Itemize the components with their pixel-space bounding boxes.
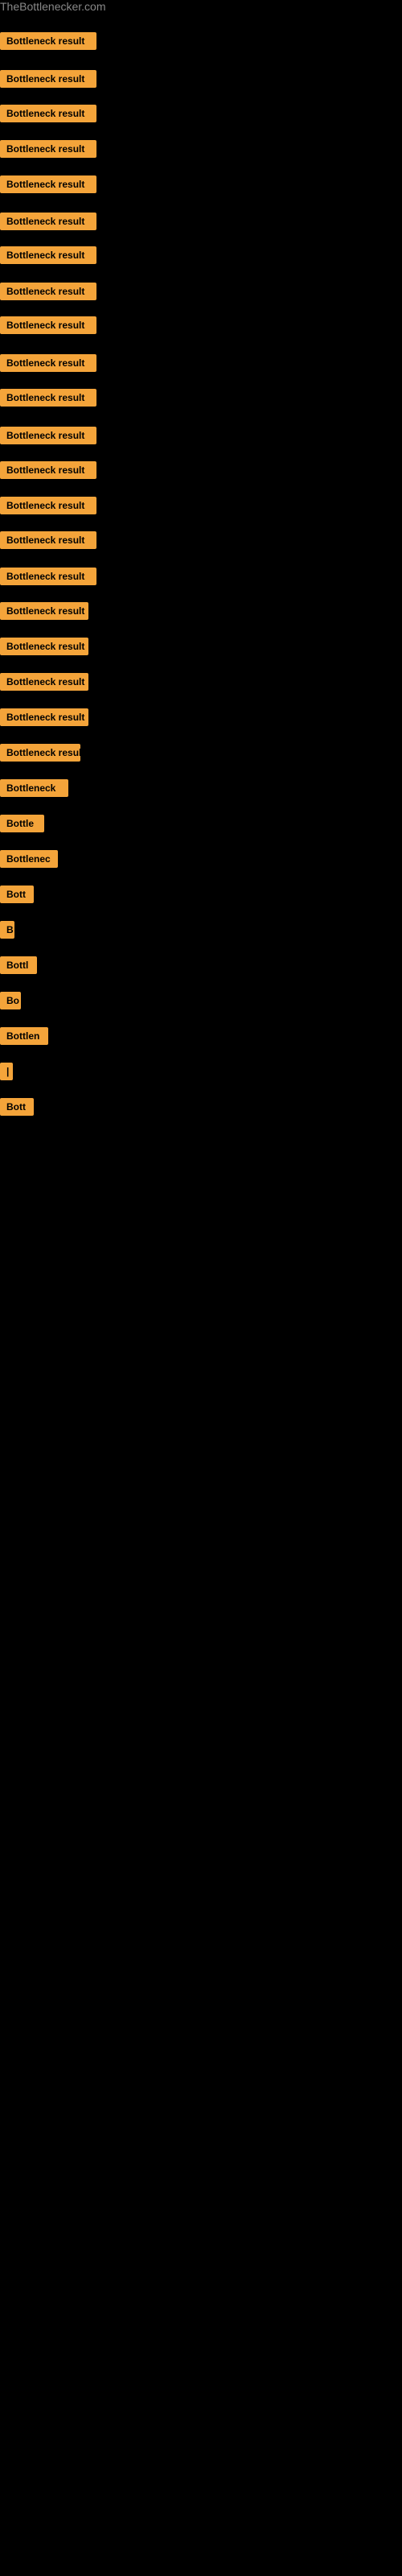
bottleneck-badge-container-17: Bottleneck result bbox=[0, 602, 88, 624]
bottleneck-badge-container-15: Bottleneck result bbox=[0, 531, 96, 553]
bottleneck-result-badge[interactable]: Bottleneck result bbox=[0, 568, 96, 585]
bottleneck-badge-container-16: Bottleneck result bbox=[0, 568, 96, 589]
bottleneck-result-badge[interactable]: Bottleneck result bbox=[0, 213, 96, 230]
bottleneck-badge-container-13: Bottleneck result bbox=[0, 461, 96, 483]
bottleneck-badge-container-2: Bottleneck result bbox=[0, 70, 96, 92]
bottleneck-result-badge[interactable]: B bbox=[0, 921, 14, 939]
bottleneck-badge-container-26: B bbox=[0, 921, 14, 943]
bottleneck-badge-container-22: Bottleneck bbox=[0, 779, 68, 801]
site-title-container: TheBottlenecker.com bbox=[0, 0, 402, 24]
bottleneck-result-badge[interactable]: Bottleneck result bbox=[0, 708, 88, 726]
bottleneck-badge-container-21: Bottleneck result bbox=[0, 744, 80, 766]
bottleneck-badge-container-31: Bott bbox=[0, 1098, 34, 1120]
bottleneck-result-badge[interactable]: Bottleneck result bbox=[0, 531, 96, 549]
bottleneck-result-badge[interactable]: | bbox=[0, 1063, 13, 1080]
bottleneck-result-badge[interactable]: Bottleneck result bbox=[0, 105, 96, 122]
bottleneck-result-badge[interactable]: Bottlen bbox=[0, 1027, 48, 1045]
bottleneck-result-badge[interactable]: Bottleneck result bbox=[0, 175, 96, 193]
bottleneck-badge-container-11: Bottleneck result bbox=[0, 389, 96, 411]
bottleneck-badge-container-20: Bottleneck result bbox=[0, 708, 88, 730]
bottleneck-result-badge[interactable]: Bottleneck bbox=[0, 779, 68, 797]
bottleneck-result-badge[interactable]: Bottleneck result bbox=[0, 461, 96, 479]
bottleneck-badge-container-12: Bottleneck result bbox=[0, 427, 96, 448]
bottleneck-result-badge[interactable]: Bottleneck result bbox=[0, 497, 96, 514]
bottleneck-badge-container-1: Bottleneck result bbox=[0, 32, 96, 54]
bottleneck-badge-container-23: Bottle bbox=[0, 815, 44, 836]
bottleneck-badge-container-9: Bottleneck result bbox=[0, 316, 96, 338]
bottleneck-badge-container-3: Bottleneck result bbox=[0, 105, 96, 126]
bottleneck-badge-container-24: Bottlenec bbox=[0, 850, 58, 872]
bottleneck-result-badge[interactable]: Bottleneck result bbox=[0, 246, 96, 264]
bottleneck-result-badge[interactable]: Bottleneck result bbox=[0, 316, 96, 334]
bottleneck-badge-container-7: Bottleneck result bbox=[0, 246, 96, 268]
bottleneck-result-badge[interactable]: Bottleneck result bbox=[0, 32, 96, 50]
bottleneck-badge-container-18: Bottleneck result bbox=[0, 638, 88, 659]
site-title: TheBottlenecker.com bbox=[0, 0, 106, 16]
bottleneck-badge-container-5: Bottleneck result bbox=[0, 175, 96, 197]
bottleneck-result-badge[interactable]: Bottleneck result bbox=[0, 140, 96, 158]
bottleneck-result-badge[interactable]: Bottleneck result bbox=[0, 602, 88, 620]
bottleneck-badge-container-19: Bottleneck result bbox=[0, 673, 88, 695]
bottleneck-badge-container-8: Bottleneck result bbox=[0, 283, 96, 304]
bottleneck-badge-container-29: Bottlen bbox=[0, 1027, 48, 1049]
bottleneck-badge-container-10: Bottleneck result bbox=[0, 354, 96, 376]
bottleneck-result-badge[interactable]: Bott bbox=[0, 1098, 34, 1116]
bottleneck-result-badge[interactable]: Bottleneck result bbox=[0, 354, 96, 372]
bottleneck-badge-container-30: | bbox=[0, 1063, 13, 1084]
bottleneck-badge-container-28: Bo bbox=[0, 992, 21, 1013]
bottleneck-result-badge[interactable]: Bottleneck result bbox=[0, 638, 88, 655]
bottleneck-result-badge[interactable]: Bottleneck result bbox=[0, 389, 96, 407]
bottleneck-badge-container-4: Bottleneck result bbox=[0, 140, 96, 162]
bottleneck-result-badge[interactable]: Bottleneck result bbox=[0, 283, 96, 300]
bottleneck-result-badge[interactable]: Bottl bbox=[0, 956, 37, 974]
bottleneck-result-badge[interactable]: Bottleneck result bbox=[0, 427, 96, 444]
bottleneck-result-badge[interactable]: Bottle bbox=[0, 815, 44, 832]
bottleneck-badge-container-14: Bottleneck result bbox=[0, 497, 96, 518]
bottleneck-result-badge[interactable]: Bottlenec bbox=[0, 850, 58, 868]
bottleneck-result-badge[interactable]: Bottleneck result bbox=[0, 744, 80, 762]
bottleneck-badge-container-25: Bott bbox=[0, 886, 34, 907]
bottleneck-badge-container-6: Bottleneck result bbox=[0, 213, 96, 234]
bottleneck-result-badge[interactable]: Bottleneck result bbox=[0, 70, 96, 88]
bottleneck-badge-container-27: Bottl bbox=[0, 956, 37, 978]
bottleneck-result-badge[interactable]: Bottleneck result bbox=[0, 673, 88, 691]
bottleneck-result-badge[interactable]: Bo bbox=[0, 992, 21, 1009]
bottleneck-result-badge[interactable]: Bott bbox=[0, 886, 34, 903]
